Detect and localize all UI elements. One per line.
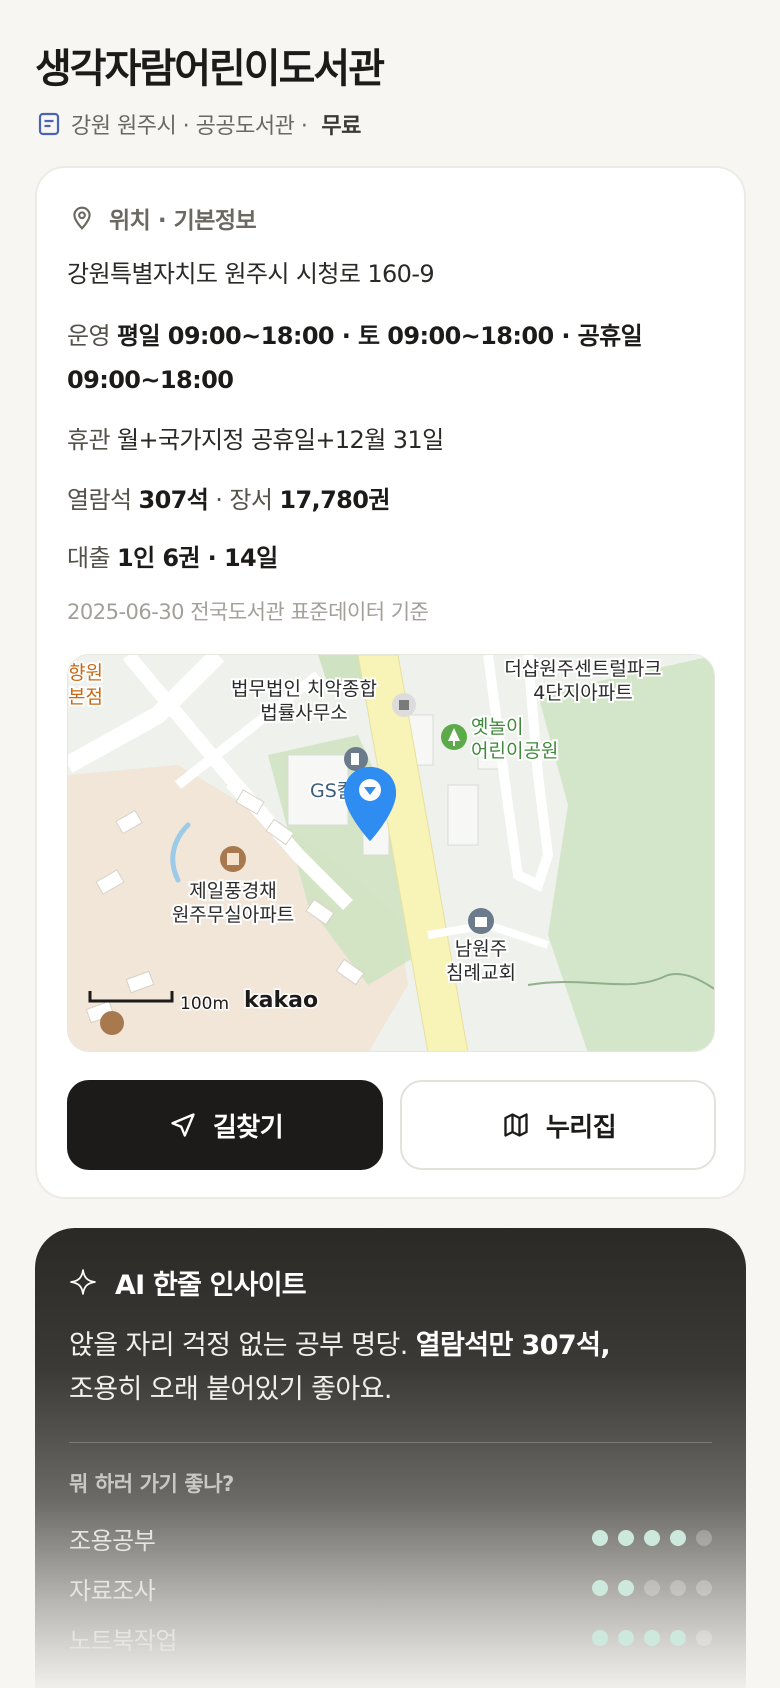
- score-dot-empty: [696, 1580, 712, 1596]
- location-pin-icon: [67, 203, 97, 233]
- map-label-law-office-1: 법무법인 치악종합: [231, 678, 377, 700]
- meta-fee: 무료: [321, 114, 361, 139]
- score-dot-filled: [670, 1530, 686, 1546]
- closed-value: 월+국가지정 공휴일+12월 31일: [117, 426, 444, 454]
- map-scale-label: 100m: [180, 994, 229, 1014]
- page-title: 생각자람어린이도서관: [35, 46, 385, 92]
- ai-insight-title-text: AI 한줄 인사이트: [115, 1269, 307, 1301]
- map-label-law-office-2: 법률사무소: [260, 702, 347, 724]
- score-dots: [592, 1530, 712, 1546]
- info-card: 위치 · 기본정보 강원특별자치도 원주시 시청로 160-9 운영 평일 09…: [35, 166, 746, 1199]
- closed-line: 휴관 월+국가지정 공휴일+12월 31일: [67, 418, 707, 462]
- map-icon: [500, 1109, 532, 1141]
- score-dot-empty: [696, 1530, 712, 1546]
- score-name: 조용공부: [69, 1526, 156, 1555]
- score-dots: [592, 1630, 712, 1646]
- loan-value: 1인 6권 · 14일: [117, 544, 278, 572]
- score-dot-empty: [696, 1630, 712, 1646]
- directions-button-label: 길찾기: [212, 1112, 284, 1143]
- map-label-apt-left-2: 원주무실아파트: [172, 904, 294, 926]
- score-dot-filled: [644, 1530, 660, 1546]
- document-icon: [35, 110, 63, 138]
- books-value: 17,780권: [279, 486, 390, 514]
- score-name: 노트북작업: [69, 1626, 177, 1655]
- ai-text-bold: 열람석만 307석,: [415, 1330, 611, 1361]
- divider: [69, 1442, 712, 1443]
- data-source-note: 2025-06-30 전국도서관 표준데이터 기준: [67, 600, 429, 624]
- map-label-edge-1: 향원: [68, 662, 103, 684]
- map-brand-logo: kakao: [244, 988, 318, 1013]
- score-dot-filled: [670, 1630, 686, 1646]
- score-dot-filled: [592, 1530, 608, 1546]
- ai-insight-text: 앉을 자리 걱정 없는 공부 명당. 열람석만 307석, 조용히 오래 붙어있…: [69, 1324, 709, 1412]
- sparkle-icon: [69, 1268, 97, 1296]
- library-meta: 강원 원주시 · 공공도서관 · 무료: [35, 104, 361, 144]
- seats-label: 열람석: [67, 486, 132, 514]
- map-label-church-1: 남원주: [455, 938, 507, 960]
- score-dot-empty: [670, 1580, 686, 1596]
- map-label-apt-left-1: 제일풍경채: [189, 880, 276, 902]
- score-dot-filled: [644, 1630, 660, 1646]
- map-label-park-1: 옛놀이: [471, 716, 523, 738]
- map-label-apt-top-2: 4단지아파트: [533, 682, 633, 704]
- score-dot-filled: [618, 1630, 634, 1646]
- directions-button[interactable]: 길찾기: [67, 1080, 383, 1170]
- map-label-park-2: 어린이공원: [471, 740, 558, 762]
- section-title: 위치 · 기본정보: [67, 198, 257, 238]
- library-detail-page: 생각자람어린이도서관 강원 원주시 · 공공도서관 · 무료 위치 · 기본정보…: [0, 0, 780, 1688]
- loan-label: 대출: [67, 544, 111, 572]
- address-text: 강원특별자치도 원주시 시청로 160-9: [67, 260, 435, 288]
- location-map[interactable]: 법무법인 치악종합 법률사무소 더샵원주센트럴파크 4단지아파트 제일풍경채 원…: [67, 654, 715, 1052]
- meta-region: 강원 원주시 · 공공도서관 ·: [71, 114, 308, 139]
- score-row: 자료조사: [69, 1570, 712, 1606]
- ai-text-plain: 앉을 자리 걱정 없는 공부 명당.: [69, 1330, 408, 1361]
- nurizip-button[interactable]: 누리집: [400, 1080, 716, 1170]
- score-dot-filled: [618, 1580, 634, 1596]
- ai-text-line2: 조용히 오래 붙어있기 좋아요.: [69, 1374, 392, 1405]
- section-title-text: 위치 · 기본정보: [109, 208, 257, 234]
- navigation-arrow-icon: [167, 1109, 199, 1141]
- score-dots: [592, 1580, 712, 1596]
- score-dot-empty: [644, 1580, 660, 1596]
- ai-insight-title: AI 한줄 인사이트: [69, 1260, 307, 1304]
- seats-line: 열람석 307석 · 장서 17,780권: [67, 478, 707, 522]
- hours-value: 평일 09:00~18:00 · 토 09:00~18:00 · 공휴일 09:…: [67, 322, 643, 394]
- ai-insight-card: AI 한줄 인사이트 앉을 자리 걱정 없는 공부 명당. 열람석만 307석,…: [35, 1228, 746, 1688]
- hours-label: 운영: [67, 322, 111, 350]
- seats-value: 307석: [138, 486, 209, 514]
- ai-subheading: 뭐 하러 가기 좋나?: [69, 1472, 234, 1496]
- books-label: · 장서: [215, 486, 273, 514]
- map-label-edge-2: 본점: [68, 686, 103, 708]
- score-name: 자료조사: [69, 1576, 156, 1605]
- loan-line: 대출 1인 6권 · 14일: [67, 536, 707, 580]
- score-dot-filled: [592, 1630, 608, 1646]
- score-dot-filled: [618, 1530, 634, 1546]
- score-row: 조용공부: [69, 1520, 712, 1556]
- map-label-apt-top-1: 더샵원주센트럴파크: [504, 658, 661, 680]
- score-row: 노트북작업: [69, 1620, 712, 1656]
- map-label-church-2: 침례교회: [446, 962, 516, 984]
- closed-label: 휴관: [67, 426, 111, 454]
- score-dot-filled: [592, 1580, 608, 1596]
- nurizip-button-label: 누리집: [545, 1112, 617, 1143]
- hours-line: 운영 평일 09:00~18:00 · 토 09:00~18:00 · 공휴일 …: [67, 314, 707, 402]
